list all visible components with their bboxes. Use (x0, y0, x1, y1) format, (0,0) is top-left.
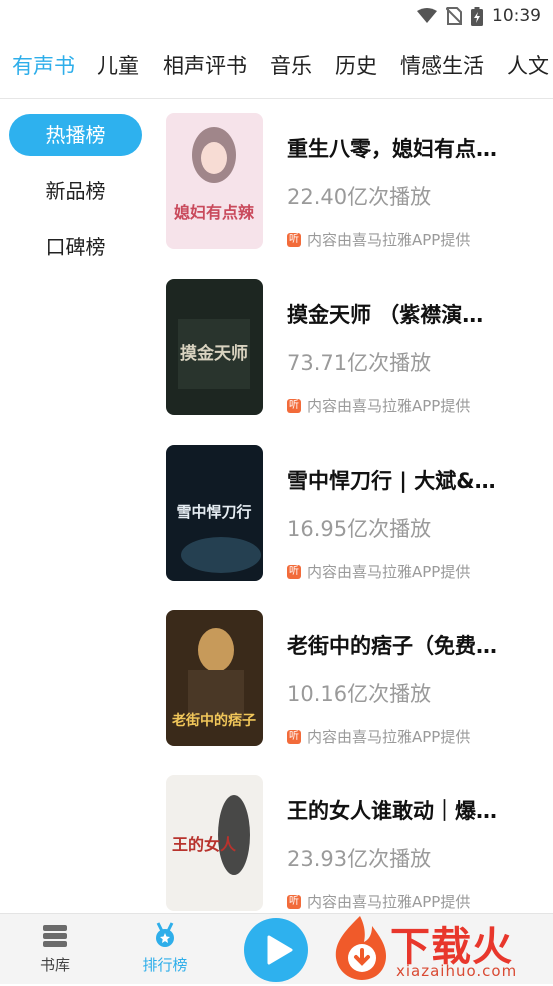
book-cover[interactable]: 摸金天师 (166, 279, 263, 415)
play-count: 16.95亿次播放 (287, 517, 432, 541)
tab-humanities[interactable]: 人文 (507, 50, 549, 80)
content-source: 听 内容由喜马拉雅APP提供 (287, 726, 470, 747)
flame-logo-icon (335, 916, 386, 980)
book-cover[interactable]: 雪中悍刀行 (166, 445, 263, 581)
content-source: 听 内容由喜马拉雅APP提供 (287, 395, 470, 416)
watermark-url: xiazaihuo.com (396, 962, 518, 980)
content-source: 听 内容由喜马拉雅APP提供 (287, 561, 470, 582)
play-count: 10.16亿次播放 (287, 682, 432, 706)
list-item[interactable]: 摸金天师 摸金天师 （紫襟演… 73.71亿次播放 听 内容由喜马拉雅APP提供 (166, 279, 546, 415)
sidebar-item-reputation[interactable]: 口碑榜 (9, 226, 142, 268)
nav-library[interactable]: 书库 (15, 922, 95, 975)
nav-ranking[interactable]: 排行榜 (125, 922, 205, 975)
tab-history[interactable]: 历史 (335, 50, 377, 80)
tab-children[interactable]: 儿童 (97, 50, 139, 80)
content-source-text: 内容由喜马拉雅APP提供 (307, 397, 471, 415)
list-item[interactable]: 王的女人 王的女人谁敢动｜爆… 23.93亿次播放 听 内容由喜马拉雅APP提供 (166, 775, 546, 911)
content-source: 听 内容由喜马拉雅APP提供 (287, 229, 470, 250)
book-cover[interactable]: 王的女人 (166, 775, 263, 911)
category-tab-bar: 有声书 儿童 相声评书 音乐 历史 情感生活 人文 (0, 34, 553, 99)
ximalaya-listen-icon: 听 (287, 894, 301, 909)
watermark-logo: 下载火 xiazaihuo.com (326, 912, 553, 983)
content-source-text: 内容由喜马拉雅APP提供 (307, 231, 471, 249)
cover-title-text: 雪中悍刀行 (176, 503, 251, 521)
play-count: 73.71亿次播放 (287, 351, 432, 375)
library-stack-icon (43, 925, 67, 947)
cover-title-text: 老街中的痞子 (172, 712, 256, 729)
book-cover[interactable]: 媳妇有点辣 (166, 113, 263, 249)
tab-crosstalk-storytelling[interactable]: 相声评书 (163, 50, 247, 80)
ximalaya-listen-icon: 听 (287, 398, 301, 413)
ximalaya-listen-icon: 听 (287, 564, 301, 579)
play-icon (267, 935, 293, 965)
status-time: 10:39 (492, 6, 541, 26)
cover-title-text: 摸金天师 (180, 343, 248, 364)
content-source-text: 内容由喜马拉雅APP提供 (307, 563, 471, 581)
battery-charging-icon (471, 6, 483, 26)
book-title[interactable]: 摸金天师 （紫襟演… (287, 299, 527, 329)
book-title[interactable]: 雪中悍刀行 | 大斌&… (287, 465, 527, 495)
content-source-text: 内容由喜马拉雅APP提供 (307, 728, 471, 746)
sidebar-item-new[interactable]: 新品榜 (9, 170, 142, 212)
ximalaya-listen-icon: 听 (287, 729, 301, 744)
book-title[interactable]: 王的女人谁敢动｜爆… (287, 795, 527, 825)
list-item[interactable]: 雪中悍刀行 雪中悍刀行 | 大斌&… 16.95亿次播放 听 内容由喜马拉雅AP… (166, 445, 546, 581)
list-item[interactable]: 老街中的痞子 老街中的痞子（免费… 10.16亿次播放 听 内容由喜马拉雅APP… (166, 610, 546, 746)
tab-music[interactable]: 音乐 (270, 50, 312, 80)
nav-library-label: 书库 (39, 956, 70, 974)
play-count: 23.93亿次播放 (287, 847, 432, 871)
sidebar-item-hot[interactable]: 热播榜 (9, 114, 142, 156)
ximalaya-listen-icon: 听 (287, 232, 301, 247)
tab-audiobook[interactable]: 有声书 (12, 50, 75, 80)
wifi-icon (417, 8, 437, 23)
cover-title-text: 王的女人 (172, 835, 237, 854)
book-cover[interactable]: 老街中的痞子 (166, 610, 263, 746)
status-bar: 10:39 (0, 0, 553, 34)
status-icons: 10:39 (417, 6, 541, 26)
book-title[interactable]: 老街中的痞子（免费… (287, 630, 527, 660)
no-sim-icon (446, 7, 462, 25)
content-source-text: 内容由喜马拉雅APP提供 (307, 893, 471, 911)
cover-title-text: 媳妇有点辣 (174, 203, 255, 222)
list-item[interactable]: 媳妇有点辣 重生八零，媳妇有点… 22.40亿次播放 听 内容由喜马拉雅APP提… (166, 113, 546, 249)
content-source: 听 内容由喜马拉雅APP提供 (287, 891, 470, 912)
play-count: 22.40亿次播放 (287, 185, 432, 209)
tab-emotional-life[interactable]: 情感生活 (400, 50, 484, 80)
book-title[interactable]: 重生八零，媳妇有点… (287, 133, 527, 163)
play-button[interactable] (244, 918, 308, 982)
ranking-medal-icon (156, 922, 174, 947)
nav-ranking-label: 排行榜 (142, 956, 188, 974)
